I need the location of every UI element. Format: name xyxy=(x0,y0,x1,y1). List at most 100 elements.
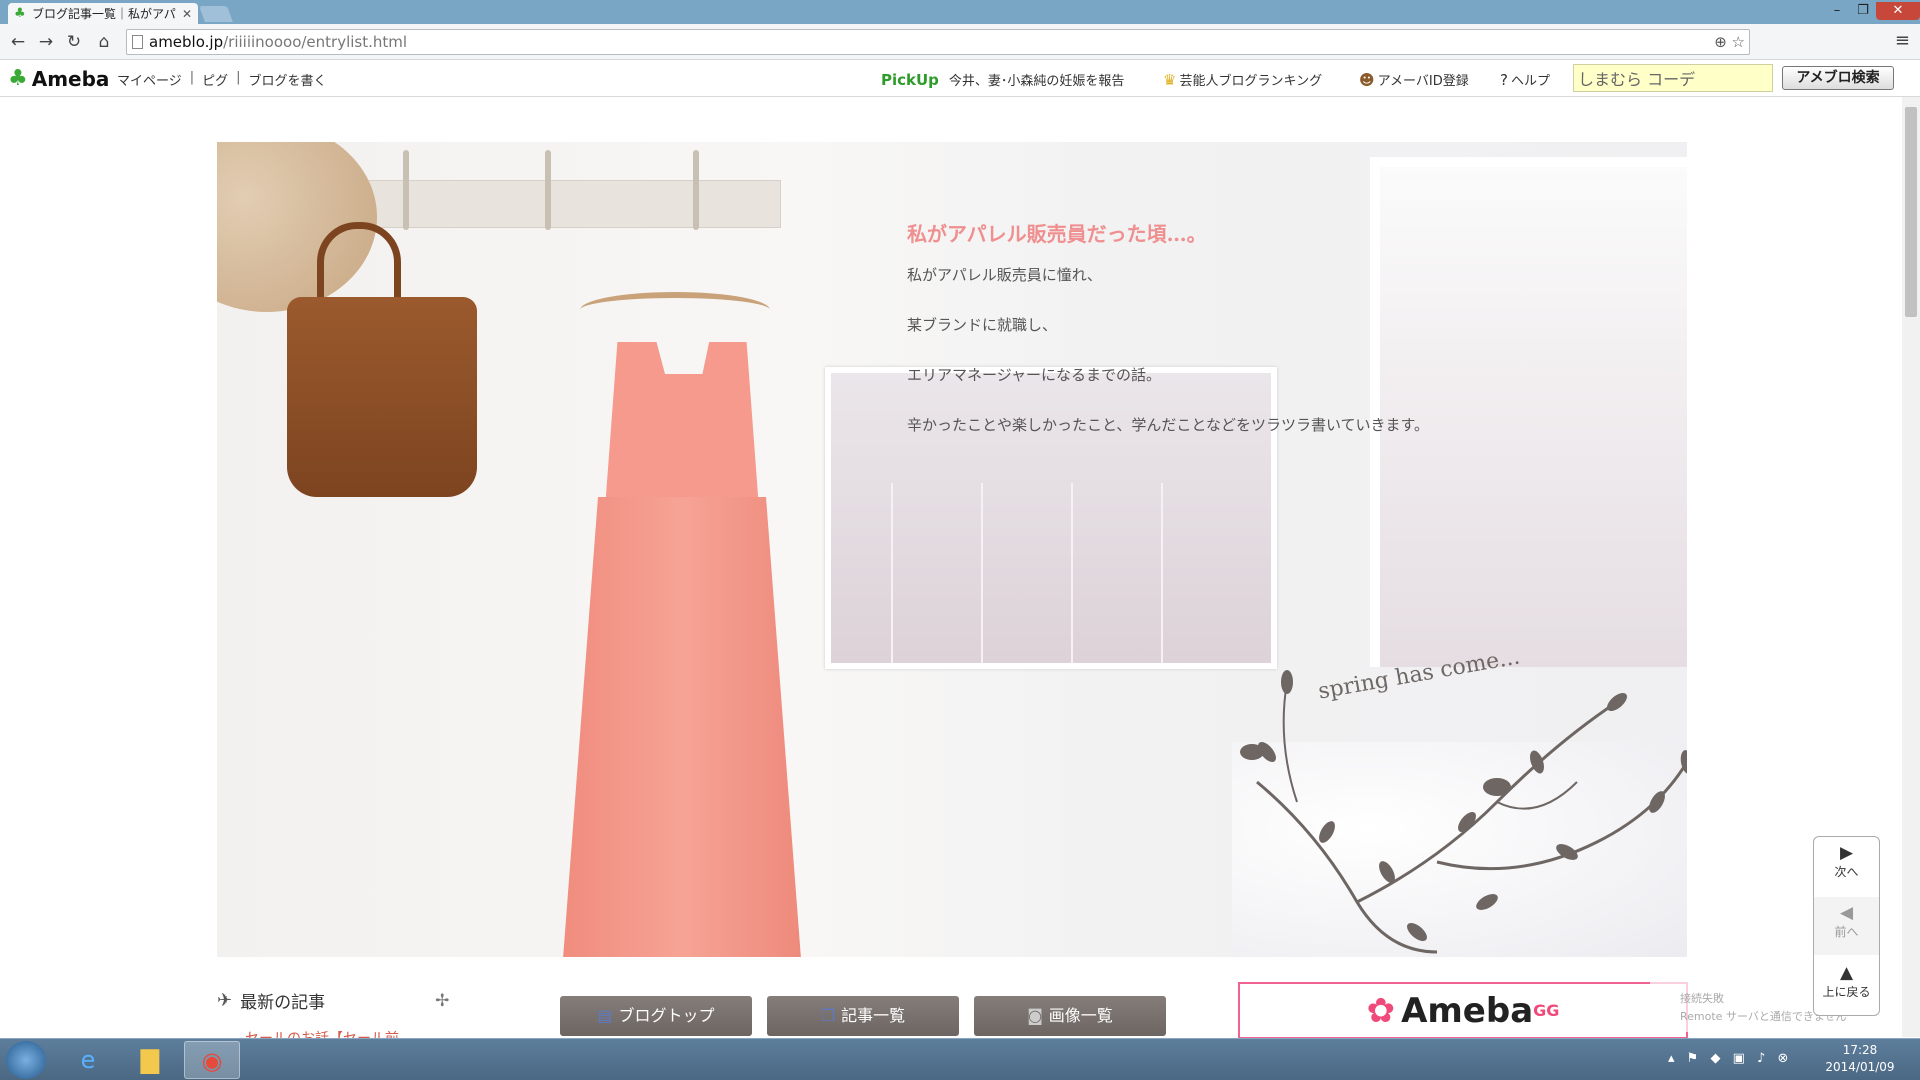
tray-arrow-icon[interactable]: ▴ xyxy=(1668,1051,1675,1066)
nav-separator: | xyxy=(236,70,241,85)
pickup-link[interactable]: 今井、妻･小森純の妊娠を報告 xyxy=(949,70,1125,89)
back-to-top-button[interactable]: ▲ 上に戻る xyxy=(1814,957,1879,1015)
zoom-icon[interactable]: ⊕ xyxy=(1714,33,1727,51)
blog-top-label: ブログトップ xyxy=(618,1006,715,1025)
decoration-icon: ✢ xyxy=(435,990,450,1011)
close-icon[interactable]: ✕ xyxy=(182,7,192,21)
dropbox-icon[interactable]: ◆ xyxy=(1710,1051,1720,1066)
home-page-icon: ▤ xyxy=(597,1006,613,1025)
clock-date: 2014/01/09 xyxy=(1825,1060,1895,1074)
blog-search-button[interactable]: アメブロ検索 xyxy=(1782,66,1894,90)
blog-intro-line: 私がアパレル販売員に憧れ、 xyxy=(907,266,1102,284)
hook xyxy=(693,150,699,230)
list-icon: ❐ xyxy=(820,1006,836,1025)
latest-entries-heading: ✈ 最新の記事 ✢ xyxy=(217,988,449,1013)
latest-entries-title: 最新の記事 xyxy=(240,993,326,1013)
page-scrollbar[interactable] xyxy=(1902,97,1920,1037)
dress-top-illustration xyxy=(605,342,759,502)
back-icon[interactable]: ← xyxy=(6,30,30,54)
ranking-link[interactable]: ♛ 芸能人ブログランキング xyxy=(1163,70,1323,90)
blog-intro-title: 私がアパレル販売員だった頃…。 xyxy=(907,222,1207,246)
url-host: ameblo.jp xyxy=(149,33,224,51)
back-triangle-icon: ◀ xyxy=(1839,903,1854,923)
vine-illustration xyxy=(1240,670,1687,954)
window-decoration xyxy=(1370,157,1687,667)
image-list-label: 画像一覧 xyxy=(1048,1006,1113,1025)
logo-text: Ameba xyxy=(31,66,110,91)
volume-icon[interactable]: ♪ xyxy=(1757,1051,1765,1066)
bird-icon: ✈ xyxy=(217,990,233,1011)
new-tab-button[interactable] xyxy=(199,6,233,22)
system-tray: ▴ ⚑ ◆ ▣ ♪ ⊗ xyxy=(1668,1051,1788,1066)
minimize-icon[interactable]: – xyxy=(1824,2,1850,20)
global-nav: マイページ | ピグ | ブログを書く xyxy=(117,70,327,89)
next-button[interactable]: ▶ 次へ xyxy=(1814,837,1879,895)
ranking-label: 芸能人ブログランキング xyxy=(1179,74,1323,89)
window-close-icon[interactable]: ✕ xyxy=(1876,2,1920,20)
url-path: /riiiiinoooo/entrylist.html xyxy=(223,33,408,51)
nav-write-blog[interactable]: ブログを書く xyxy=(249,70,327,89)
back-to-top-label: 上に戻る xyxy=(1822,985,1871,999)
start-button[interactable] xyxy=(6,1041,46,1079)
up-triangle-icon: ▲ xyxy=(1839,963,1854,983)
blog-top-button[interactable]: ▤ ブログトップ xyxy=(560,996,752,1036)
blog-intro-line: エリアマネージャーになるまでの話。 xyxy=(907,366,1161,384)
page-side-nav: ▶ 次へ ◀ 前へ ▲ 上に戻る xyxy=(1813,836,1880,1016)
window-controls: – ❐ ✕ xyxy=(1824,2,1920,20)
clover-icon: ♣ xyxy=(8,66,28,91)
pane-line xyxy=(981,483,983,663)
hero-banner: 私がアパレル販売員だった頃…。 私がアパレル販売員に憧れ、 某ブランドに就職し、… xyxy=(217,142,1687,957)
chrome-taskbar-icon[interactable]: ◉ xyxy=(184,1041,240,1079)
tab-title: ブログ記事一覧｜私がアパレ xyxy=(32,7,178,21)
image-list-button[interactable]: ◙ 画像一覧 xyxy=(974,996,1166,1036)
help-icon: ? xyxy=(1500,70,1508,89)
ameba-pig-icon: ☻ xyxy=(1359,70,1375,89)
blog-search-input[interactable] xyxy=(1573,64,1773,92)
pane-line xyxy=(1161,483,1163,663)
pane-line xyxy=(1071,483,1073,663)
restore-icon[interactable]: ❐ xyxy=(1850,2,1876,20)
crown-icon: ♛ xyxy=(1163,70,1177,89)
home-icon[interactable]: ⌂ xyxy=(92,30,116,54)
page-icon xyxy=(132,35,143,49)
pickup: PickUp 今井、妻･小森純の妊娠を報告 xyxy=(881,70,1125,90)
blog-intro-line: 辛かったことや楽しかったこと、学んだことなどをツラツラ書いていきます。 xyxy=(907,416,1430,434)
hanger-illustration xyxy=(580,292,770,328)
help-link[interactable]: ? ヘルプ xyxy=(1500,70,1550,90)
nav-separator: | xyxy=(189,70,195,85)
ameba-gg-suffix: GG xyxy=(1533,1001,1560,1020)
ameba-gg-banner[interactable]: ✿ Ameba GG xyxy=(1238,982,1688,1039)
flag-icon[interactable]: ⚑ xyxy=(1687,1051,1699,1066)
next-label: 次へ xyxy=(1834,865,1859,879)
register-label: アメーバID登録 xyxy=(1377,74,1469,89)
ameba-logo[interactable]: ♣ Ameba xyxy=(8,66,109,91)
scroll-thumb[interactable] xyxy=(1905,107,1917,317)
taskbar-clock[interactable]: 17:28 2014/01/09 xyxy=(1820,1042,1900,1076)
pickup-label: PickUp xyxy=(881,70,939,89)
entry-list-button[interactable]: ❐ 記事一覧 xyxy=(767,996,959,1036)
nav-mypage[interactable]: マイページ xyxy=(117,70,182,89)
clover-icon: ♣ xyxy=(14,5,26,21)
browser-toolbar: ← → ↻ ⌂ ameblo.jp/riiiiinoooo/entrylist.… xyxy=(0,24,1920,60)
explorer-taskbar-icon[interactable]: ▇ xyxy=(122,1041,178,1079)
ameba-header: ♣ Ameba マイページ | ピグ | ブログを書く PickUp 今井、妻･… xyxy=(0,60,1920,97)
browser-tab[interactable]: ♣ ブログ記事一覧｜私がアパレ ✕ xyxy=(8,3,198,24)
window-decoration xyxy=(825,367,1277,669)
forward-icon[interactable]: → xyxy=(34,30,58,54)
reload-icon[interactable]: ↻ xyxy=(62,30,86,54)
menu-icon[interactable]: ≡ xyxy=(1895,30,1910,51)
tray-close-icon[interactable]: ⊗ xyxy=(1777,1051,1788,1066)
pane-line xyxy=(891,483,893,663)
prev-button[interactable]: ◀ 前へ xyxy=(1814,897,1879,955)
hook xyxy=(403,150,409,230)
bag-illustration xyxy=(287,297,477,497)
star-icon[interactable]: ☆ xyxy=(1732,33,1745,51)
network-icon[interactable]: ▣ xyxy=(1733,1051,1745,1066)
address-bar[interactable]: ameblo.jp/riiiiinoooo/entrylist.html ⊕ ☆ xyxy=(126,29,1750,55)
ie-taskbar-icon[interactable]: e xyxy=(60,1041,116,1079)
nav-pigg[interactable]: ピグ xyxy=(202,70,228,89)
windows-taskbar: e ▇ ◉ ▴ ⚑ ◆ ▣ ♪ ⊗ 17:28 2014/01/09 xyxy=(0,1038,1920,1080)
camera-icon: ◙ xyxy=(1027,1006,1043,1025)
register-link[interactable]: ☻ アメーバID登録 xyxy=(1359,70,1469,90)
entry-list-label: 記事一覧 xyxy=(841,1006,906,1025)
